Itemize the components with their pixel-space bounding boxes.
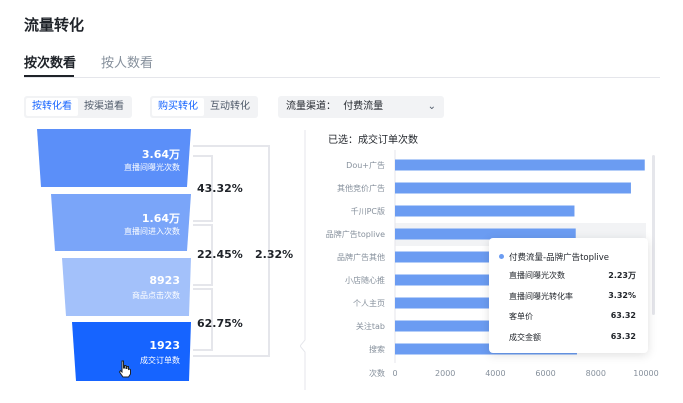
hand-pointer-icon	[118, 360, 131, 378]
funnel-stage-3-name: 商品点击次数	[132, 291, 180, 300]
chart-scrollbar[interactable]	[652, 155, 655, 315]
channel-select[interactable]: 流量渠道： 付费流量 ⌄	[278, 96, 444, 118]
chart-category-label: 个人主页	[353, 298, 385, 308]
tooltip-row-label: 直播间曝光次数	[509, 271, 565, 280]
chart-category-label: 其他竞价广告	[337, 183, 385, 193]
funnel-stage-1-value: 3.64万	[141, 148, 180, 161]
step-rate-3: 62.75%	[197, 317, 243, 330]
page-root: 流量转化 按次数看 按人数看 按转化看 按渠道看 购买转化 互动转化 流量渠道：…	[0, 0, 683, 403]
chart-category-labels: Dou+广告其他竞价广告千川PC版品牌广告toplive 品牌广告其他小店随心推个…	[326, 160, 385, 354]
chart-x-tick-label: 8000	[586, 369, 606, 378]
funnel-stage-3[interactable]	[62, 258, 191, 316]
chart-bar[interactable]	[395, 159, 645, 171]
tooltip-row-label: 成交金额	[509, 333, 541, 342]
tooltip-row-label: 直播间曝光转化率	[509, 292, 573, 301]
channel-select-value: 付费流量	[343, 101, 384, 112]
chart-category-label: 小店随心推	[345, 275, 385, 285]
chart-bar[interactable]	[395, 182, 631, 194]
tooltip-row-value: 63.32	[610, 332, 636, 341]
overall-rate: 2.32%	[255, 248, 294, 261]
funnel-stage-3-value: 8923	[149, 274, 180, 287]
chart-x-tick-label: 2000	[435, 369, 455, 378]
chart-tooltip: 付费流量-品牌广告toplive 直播间曝光次数 2.23万 直播间曝光转化率 …	[489, 238, 648, 353]
funnel-stage-2-value: 1.64万	[141, 212, 180, 225]
funnel-stage-1-name: 直播间曝光次数	[124, 163, 180, 172]
tooltip-row-value: 63.32	[610, 311, 636, 320]
tooltip-title: 付费流量-品牌广告toplive	[509, 253, 609, 263]
chart-x-tick-label: 10000	[633, 369, 658, 378]
tooltip-row-value: 3.32%	[608, 291, 636, 300]
step-rate-2: 22.45%	[197, 248, 243, 261]
chart-category-label: 关注tab	[356, 321, 385, 331]
chart-x-ticks: 0 2000 4000 6000 8000 10000	[392, 369, 658, 378]
chart-category-label: Dou+广告	[346, 160, 385, 170]
tooltip-row-value: 2.23万	[608, 271, 636, 280]
chevron-down-icon: ⌄	[427, 101, 436, 112]
chart-bar[interactable]	[395, 205, 575, 217]
chart-x-tick-label: 0	[392, 369, 397, 378]
chart-category-label: 品牌广告其他	[337, 252, 385, 262]
chart-x-tick-label: 4000	[485, 369, 505, 378]
step-rate-1: 43.32%	[197, 182, 243, 195]
funnel-stage-4-value: 1923	[149, 339, 180, 352]
chart-x-tick-label: 6000	[535, 369, 555, 378]
selected-metric-label: 已选：成交订单次数	[328, 135, 418, 146]
chart-category-label: 千川PC版	[351, 206, 385, 216]
funnel-stage-2-name: 直播间进入次数	[124, 227, 180, 236]
chart-category-label: 搜索	[369, 344, 385, 354]
tooltip-row-label: 客单价	[509, 312, 533, 321]
series-dot-icon	[499, 254, 504, 259]
chart-category-label: 品牌广告toplive	[326, 229, 385, 239]
chart-x-axis-label: 次数	[369, 368, 385, 378]
